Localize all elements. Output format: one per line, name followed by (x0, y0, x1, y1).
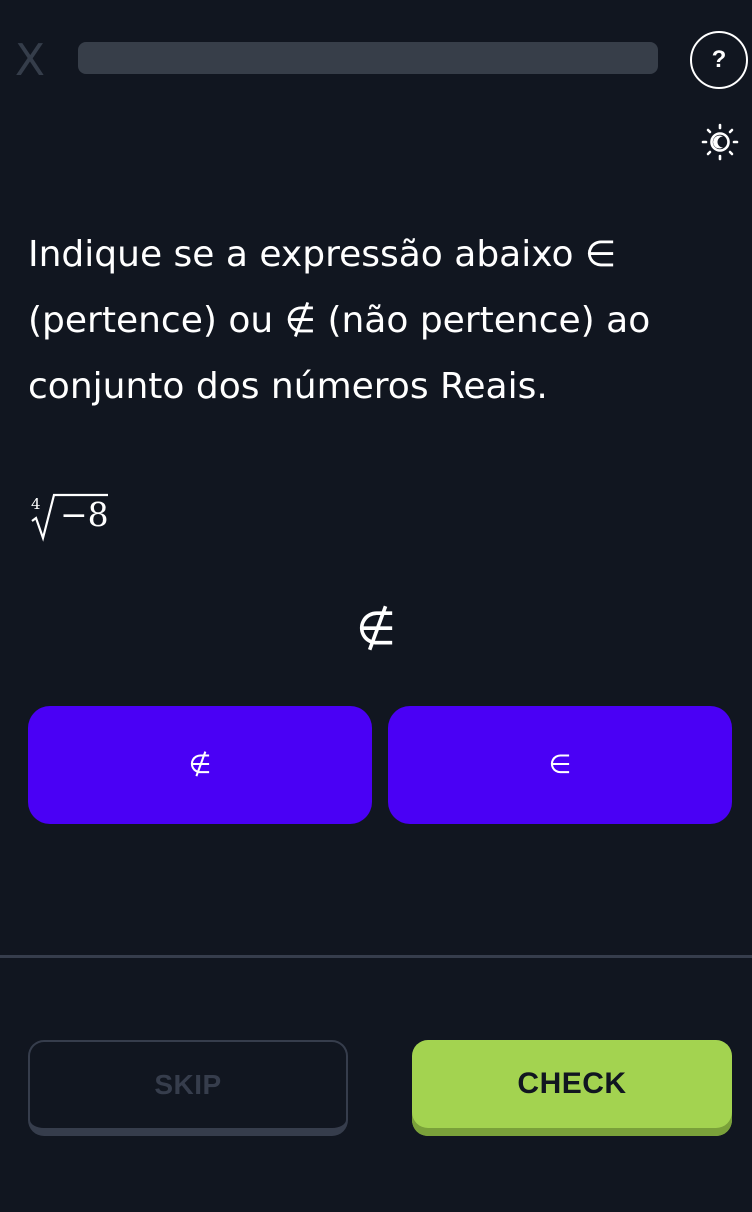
radical-expression: 4 −8 (31, 493, 109, 542)
footer-divider (0, 955, 752, 958)
question-line: (pertence) ou ∉ (não pertence) ao (28, 300, 651, 341)
question-text: Indique se a expressão abaixo ∈ (pertenc… (28, 222, 708, 420)
help-button[interactable]: ? (690, 31, 748, 89)
close-button[interactable]: X (8, 34, 52, 86)
lesson-screen: X ? Indique se a expressão abaixo ∈ (per… (0, 0, 752, 1212)
option-not-element-button[interactable]: ∉ (28, 706, 372, 824)
skip-button[interactable]: SKIP (28, 1040, 348, 1136)
option-label: ∈ (548, 750, 572, 780)
question-line: Indique se a expressão abaixo ∈ (28, 234, 617, 275)
close-icon: X (14, 34, 46, 86)
sun-moon-icon (701, 123, 739, 161)
check-label: CHECK (517, 1067, 627, 1100)
selected-answer: ∉ (355, 601, 397, 655)
option-label: ∉ (188, 750, 212, 780)
help-icon: ? (711, 46, 727, 73)
math-expression: 4 −8 (30, 488, 150, 548)
option-element-button[interactable]: ∈ (388, 706, 732, 824)
skip-label: SKIP (154, 1069, 222, 1100)
root-index: 4 (31, 495, 41, 513)
check-button[interactable]: CHECK (412, 1040, 732, 1136)
answer-slot[interactable]: ∉ (346, 598, 406, 658)
theme-toggle-button[interactable] (700, 122, 740, 162)
question-line: conjunto dos números Reais. (28, 366, 548, 407)
radicand: −8 (60, 495, 109, 534)
progress-bar (78, 42, 658, 74)
